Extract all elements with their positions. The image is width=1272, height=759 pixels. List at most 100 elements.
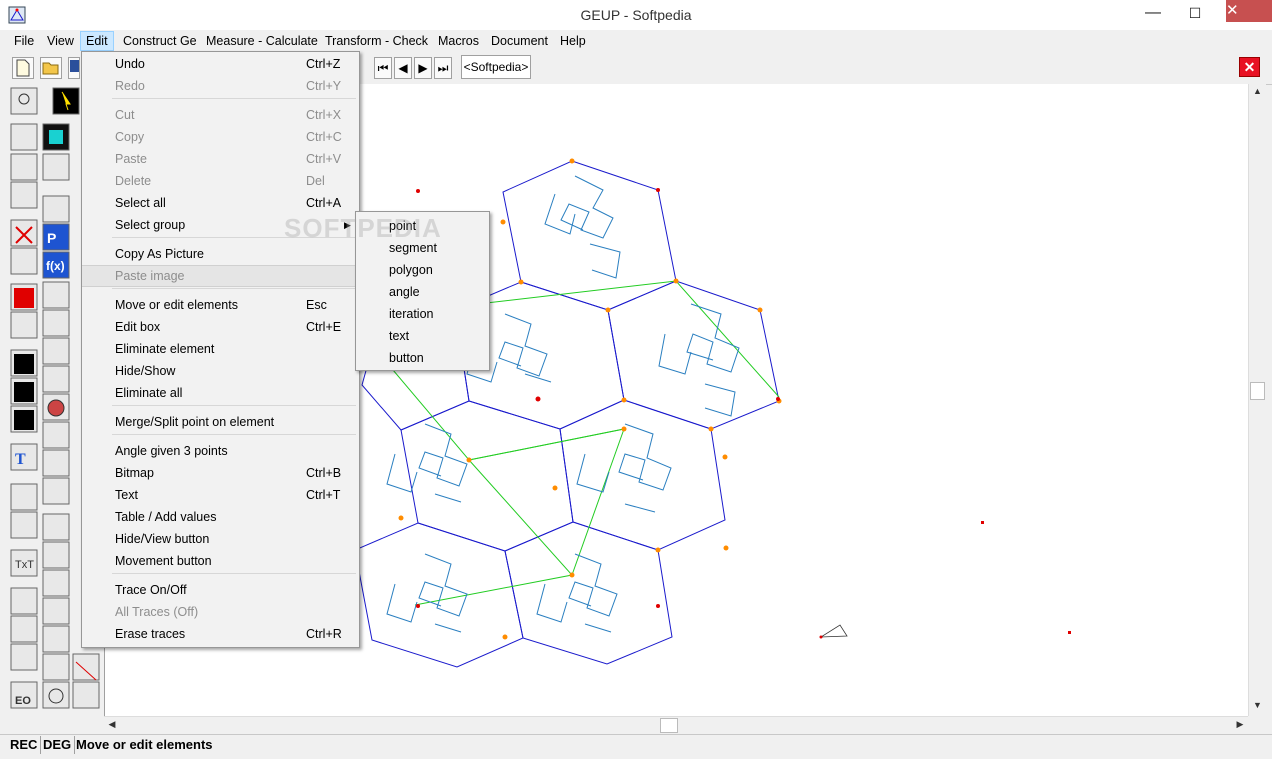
menu-item-shortcut: Ctrl+E xyxy=(306,320,342,334)
edit-menu-item-copy-as-picture[interactable]: Copy As Picture xyxy=(82,243,359,265)
edit-menu-item-text[interactable]: Text Ctrl+T xyxy=(82,484,359,506)
nav-first-button[interactable]: ⏮ xyxy=(374,57,392,79)
menu-item-label: Erase traces xyxy=(115,627,186,641)
edit-menu-item-select-all[interactable]: Select all Ctrl+A xyxy=(82,192,359,214)
edit-menu-item-edit-box[interactable]: Edit box Ctrl+E xyxy=(82,316,359,338)
edit-menu-item-erase-traces[interactable]: Erase traces Ctrl+R xyxy=(82,623,359,645)
menu-item-label: Copy xyxy=(115,130,145,144)
menu-item-label: Hide/View button xyxy=(115,532,210,546)
submenu-item-text[interactable]: text xyxy=(356,325,490,347)
submenu-item-label: angle xyxy=(389,285,420,299)
submenu-item-polygon[interactable]: polygon xyxy=(356,259,490,281)
menu-macros[interactable]: Macros xyxy=(433,32,484,50)
document-tab[interactable]: <Softpedia> xyxy=(461,55,531,79)
menu-item-label: Redo xyxy=(115,79,145,93)
nav-last-button[interactable]: ⏭ xyxy=(434,57,452,79)
status-rec: REC xyxy=(7,736,42,754)
menu-item-shortcut: Ctrl+C xyxy=(306,130,342,144)
menu-item-label: Select group xyxy=(115,218,186,232)
submenu-item-button[interactable]: button xyxy=(356,347,490,369)
edit-menu-item-merge-split-point-on-element[interactable]: Merge/Split point on element xyxy=(82,411,359,433)
menu-item-label: Eliminate element xyxy=(115,342,215,356)
scroll-down-icon[interactable]: ▼ xyxy=(1249,700,1266,710)
scroll-up-icon[interactable]: ▲ xyxy=(1249,86,1266,96)
menu-item-shortcut: Ctrl+R xyxy=(306,627,342,641)
menu-transform[interactable]: Transform - Check xyxy=(320,32,433,50)
edit-menu-item-eliminate-all[interactable]: Eliminate all xyxy=(82,382,359,404)
menu-measure[interactable]: Measure - Calculate xyxy=(201,32,323,50)
menu-item-shortcut: Del xyxy=(306,174,325,188)
menu-item-label: Trace On/Off xyxy=(115,583,187,597)
window-title: GEUP - Softpedia xyxy=(580,7,692,23)
edit-menu-item-delete: Delete Del xyxy=(82,170,359,192)
edit-menu-item-table-add-values[interactable]: Table / Add values xyxy=(82,506,359,528)
vertical-scrollbar[interactable]: ▲ ▼ xyxy=(1248,84,1266,716)
horizontal-scrollbar[interactable]: ◀ ▶ xyxy=(104,716,1248,734)
edit-menu-item-all-traces-off: All Traces (Off) xyxy=(82,601,359,623)
svg-text:TxT: TxT xyxy=(15,559,34,571)
menu-item-shortcut: Ctrl+V xyxy=(306,152,342,166)
edit-menu-item-cut: Cut Ctrl+X xyxy=(82,104,359,126)
submenu-item-angle[interactable]: angle xyxy=(356,281,490,303)
menu-edit[interactable]: Edit xyxy=(80,31,114,51)
menu-item-label: Delete xyxy=(115,174,152,188)
menu-separator xyxy=(112,434,356,435)
menu-item-label: Undo xyxy=(115,57,145,71)
edit-menu-item-hide-show[interactable]: Hide/Show xyxy=(82,360,359,382)
vertical-scroll-thumb[interactable] xyxy=(1250,382,1265,400)
menu-item-label: Paste image xyxy=(115,269,185,283)
close-button[interactable]: ✕ xyxy=(1226,0,1272,22)
menu-item-shortcut: Esc xyxy=(306,298,327,312)
edit-menu-item-hide-view-button[interactable]: Hide/View button xyxy=(82,528,359,550)
menu-separator xyxy=(112,405,356,406)
menu-item-shortcut: Ctrl+Y xyxy=(306,79,342,93)
edit-menu-item-copy: Copy Ctrl+C xyxy=(82,126,359,148)
edit-menu-item-trace-on-off[interactable]: Trace On/Off xyxy=(82,579,359,601)
submenu-item-iteration[interactable]: iteration xyxy=(356,303,490,325)
edit-menu-item-move-or-edit-elements[interactable]: Move or edit elements Esc xyxy=(82,294,359,316)
svg-text:f(x): f(x) xyxy=(46,259,65,273)
menu-item-shortcut: Ctrl+A xyxy=(306,196,342,210)
maximize-button[interactable]: ☐ xyxy=(1180,0,1210,26)
edit-menu-item-angle-given-3-points[interactable]: Angle given 3 points xyxy=(82,440,359,462)
title-bar: GEUP - Softpedia — ☐ ✕ xyxy=(0,0,1272,31)
svg-text:EO: EO xyxy=(15,695,31,707)
menu-separator xyxy=(112,98,356,99)
submenu-item-label: button xyxy=(389,351,424,365)
menu-construct[interactable]: Construct Ge xyxy=(118,32,202,50)
edit-menu-item-bitmap[interactable]: Bitmap Ctrl+B xyxy=(82,462,359,484)
edit-menu-item-paste: Paste Ctrl+V xyxy=(82,148,359,170)
scroll-left-icon[interactable]: ◀ xyxy=(106,719,118,730)
menu-separator xyxy=(112,288,356,289)
open-folder-icon[interactable] xyxy=(40,57,62,79)
menu-item-label: Movement button xyxy=(115,554,212,568)
menu-view[interactable]: View xyxy=(42,32,79,50)
close-document-button[interactable]: ✕ xyxy=(1239,57,1260,77)
menu-item-shortcut: Ctrl+X xyxy=(306,108,342,122)
menu-item-label: Bitmap xyxy=(115,466,154,480)
edit-menu-item-movement-button[interactable]: Movement button xyxy=(82,550,359,572)
menu-item-label: Hide/Show xyxy=(115,364,176,378)
save-icon[interactable] xyxy=(68,57,80,79)
edit-menu-item-eliminate-element[interactable]: Eliminate element xyxy=(82,338,359,360)
edit-menu: Undo Ctrl+Z Redo Ctrl+Y Cut Ctrl+X Copy Ctrl+C P… xyxy=(81,51,360,648)
menu-item-label: Eliminate all xyxy=(115,386,183,400)
new-file-icon[interactable] xyxy=(12,57,34,79)
minimize-button[interactable]: — xyxy=(1138,0,1168,26)
menu-item-label: Select all xyxy=(115,196,166,210)
scroll-right-icon[interactable]: ▶ xyxy=(1234,719,1246,730)
status-mode: Move or edit elements xyxy=(76,737,213,752)
nav-prev-button[interactable]: ◀ xyxy=(394,57,412,79)
menu-item-label: Move or edit elements xyxy=(115,298,238,312)
svg-text:P: P xyxy=(47,230,56,246)
menu-item-label: Copy As Picture xyxy=(115,247,204,261)
menu-item-shortcut: Ctrl+Z xyxy=(306,57,341,71)
horizontal-scroll-thumb[interactable] xyxy=(660,718,678,733)
edit-menu-item-undo[interactable]: Undo Ctrl+Z xyxy=(82,53,359,75)
menu-file[interactable]: File xyxy=(9,32,39,50)
nav-next-button[interactable]: ▶ xyxy=(414,57,432,79)
menu-item-label: All Traces (Off) xyxy=(115,605,199,619)
menu-document[interactable]: Document xyxy=(486,32,553,50)
submenu-item-label: polygon xyxy=(389,263,433,277)
menu-help[interactable]: Help xyxy=(555,32,591,50)
